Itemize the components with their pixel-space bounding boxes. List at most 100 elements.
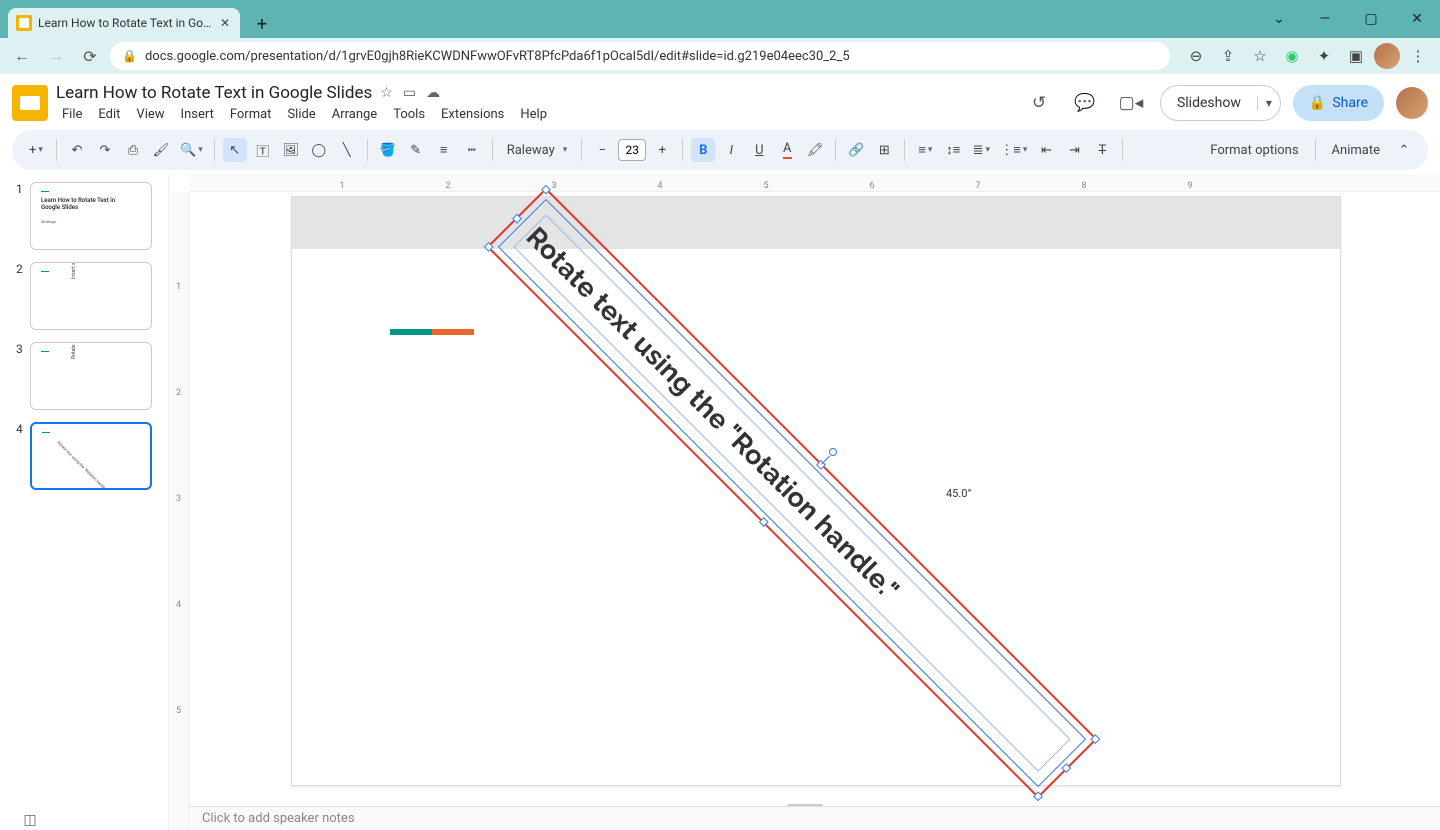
work-area: 1 Learn How to Rotate Text in Google Sli… (0, 174, 1440, 830)
maximize-icon[interactable]: ▢ (1348, 0, 1394, 38)
menu-format[interactable]: Format (224, 105, 278, 124)
resize-handle[interactable] (759, 517, 769, 527)
sidepanel-icon[interactable]: ▣ (1342, 42, 1370, 70)
menu-slide[interactable]: Slide (281, 105, 321, 124)
border-weight-button[interactable]: ≡ (432, 138, 456, 162)
zoom-button[interactable]: 🔍▾ (177, 138, 206, 162)
menu-tools[interactable]: Tools (387, 105, 431, 124)
underline-button[interactable]: U (747, 138, 771, 162)
close-icon[interactable]: ✕ (1394, 0, 1440, 38)
slide-thumb-2[interactable]: Insert slide. You can put your content. (30, 262, 152, 330)
toolbar: +▾ ↶ ↷ ⎙ 🖌 🔍▾ ↖ 🅃 🖼 ◯ ╲ 🪣 ✎ ≡ ┅ Raleway▾… (12, 130, 1428, 170)
speaker-notes-placeholder: Click to add speaker notes (202, 811, 355, 826)
numbered-list-button[interactable]: ≣▾ (969, 138, 993, 162)
thumb-number: 2 (16, 262, 26, 276)
menubar: File Edit View Insert Format Slide Arran… (56, 105, 1014, 124)
filmstrip[interactable]: 1 Learn How to Rotate Text in Google Sli… (0, 174, 168, 830)
close-tab-icon[interactable]: ✕ (218, 16, 232, 30)
clear-formatting-button[interactable]: T (1090, 138, 1114, 162)
print-button[interactable]: ⎙ (121, 138, 145, 162)
insert-link-button[interactable]: 🔗 (844, 138, 868, 162)
slideshow-button[interactable]: Slideshow ▾ (1160, 85, 1281, 121)
slide-canvas[interactable]: Rotate text using the "Rotation handle."… (291, 196, 1341, 786)
chrome-profile-avatar[interactable] (1374, 43, 1400, 69)
new-tab-button[interactable]: + (248, 10, 276, 38)
resize-handle[interactable] (512, 214, 522, 224)
resize-handle[interactable] (1090, 734, 1100, 744)
fill-color-button[interactable]: 🪣 (376, 138, 400, 162)
italic-button[interactable]: I (719, 138, 743, 162)
star-doc-icon[interactable]: ☆ (380, 85, 393, 101)
format-options-button[interactable]: Format options (1210, 143, 1298, 158)
menu-edit[interactable]: Edit (92, 105, 126, 124)
border-dash-button[interactable]: ┅ (460, 138, 484, 162)
speaker-notes[interactable]: Click to add speaker notes (190, 806, 1440, 830)
bulleted-list-button[interactable]: ⋮≡▾ (997, 138, 1030, 162)
menu-extensions[interactable]: Extensions (435, 105, 510, 124)
indent-decrease-button[interactable]: ⇤ (1034, 138, 1058, 162)
explore-icon[interactable]: ◫ (20, 810, 40, 830)
indent-increase-button[interactable]: ⇥ (1062, 138, 1086, 162)
meet-icon[interactable]: ▢◂ (1114, 86, 1148, 120)
ruler-vertical: 12345 (169, 192, 189, 830)
extension-grammarly-icon[interactable]: ◉ (1278, 42, 1306, 70)
textbox-tool[interactable]: 🅃 (251, 138, 275, 162)
line-spacing-button[interactable]: ↕≡ (941, 138, 965, 162)
browser-tab[interactable]: Learn How to Rotate Text in Goog ✕ (8, 8, 240, 38)
rotation-handle[interactable] (827, 446, 838, 457)
font-size-increase[interactable]: + (650, 138, 674, 162)
chrome-menu-icon[interactable]: ⋮ (1404, 42, 1432, 70)
toolbar-collapse-icon[interactable]: ⌃ (1392, 138, 1416, 162)
animate-button[interactable]: Animate (1332, 143, 1380, 158)
font-size-input[interactable] (618, 139, 646, 161)
menu-file[interactable]: File (56, 105, 88, 124)
insert-comment-button[interactable]: ⊞ (872, 138, 896, 162)
chevron-down-icon[interactable]: ⌄ (1256, 0, 1302, 38)
extensions-icon[interactable]: ✦ (1310, 42, 1338, 70)
version-history-icon[interactable]: ↺ (1022, 86, 1056, 120)
resize-handle[interactable] (1033, 791, 1043, 801)
line-tool[interactable]: ╲ (335, 138, 359, 162)
resize-handle[interactable] (1061, 763, 1071, 773)
undo-button[interactable]: ↶ (65, 138, 89, 162)
redo-button[interactable]: ↷ (93, 138, 117, 162)
url-text: docs.google.com/presentation/d/1grvE0gjh… (145, 49, 850, 64)
text-color-button[interactable]: A (775, 138, 799, 162)
forward-button[interactable]: → (42, 42, 70, 70)
minimize-icon[interactable]: — (1302, 0, 1348, 38)
user-avatar[interactable] (1396, 87, 1428, 119)
menu-insert[interactable]: Insert (175, 105, 220, 124)
slide-thumb-4[interactable]: Rotate text using the "Rotation handle." (30, 422, 152, 490)
address-bar[interactable]: 🔒 docs.google.com/presentation/d/1grvE0g… (110, 42, 1170, 70)
star-icon[interactable]: ☆ (1246, 42, 1274, 70)
comments-icon[interactable]: 💬 (1068, 86, 1102, 120)
border-color-button[interactable]: ✎ (404, 138, 428, 162)
bold-button[interactable]: B (691, 138, 715, 162)
align-button[interactable]: ≡▾ (913, 138, 937, 162)
new-slide-button[interactable]: +▾ (24, 138, 48, 162)
zoom-icon[interactable]: ⊖ (1182, 42, 1210, 70)
menu-arrange[interactable]: Arrange (326, 105, 383, 124)
reload-button[interactable]: ⟳ (76, 42, 104, 70)
slides-logo[interactable] (12, 85, 48, 121)
select-tool[interactable]: ↖ (223, 138, 247, 162)
slide-thumb-1[interactable]: Learn How to Rotate Text in Google Slide… (30, 182, 152, 250)
cloud-status-icon[interactable]: ☁ (426, 85, 440, 101)
font-size-decrease[interactable]: − (590, 138, 614, 162)
slide-thumb-3[interactable]: Rotate text via the "Arrange" menu tab. (30, 342, 152, 410)
share-button[interactable]: 🔒 Share (1293, 85, 1384, 121)
accent-bar (390, 329, 474, 335)
slideshow-dropdown[interactable]: ▾ (1257, 96, 1280, 110)
back-button[interactable]: ← (8, 42, 36, 70)
menu-view[interactable]: View (130, 105, 170, 124)
paint-format-button[interactable]: 🖌 (149, 138, 173, 162)
shape-tool[interactable]: ◯ (307, 138, 331, 162)
image-tool[interactable]: 🖼 (279, 138, 303, 162)
document-title[interactable]: Learn How to Rotate Text in Google Slide… (56, 83, 372, 103)
menu-help[interactable]: Help (514, 105, 553, 124)
font-family-selector[interactable]: Raleway▾ (501, 143, 574, 158)
move-doc-icon[interactable]: ▭ (403, 85, 416, 101)
highlight-button[interactable]: 🖍 (803, 138, 827, 162)
share-page-icon[interactable]: ⇪ (1214, 42, 1242, 70)
selected-textbox[interactable]: Rotate text using the "Rotation handle." (487, 188, 1098, 799)
